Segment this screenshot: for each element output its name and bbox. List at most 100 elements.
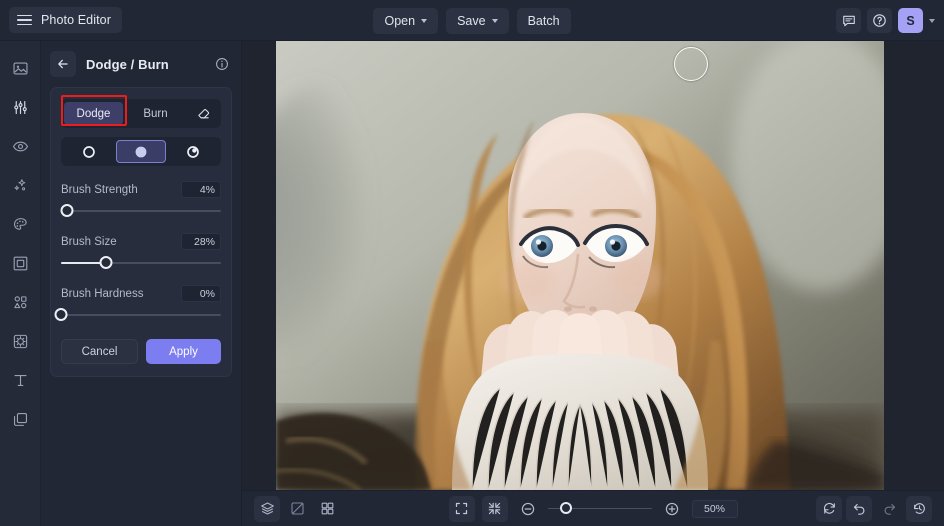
cancel-button[interactable]: Cancel (61, 339, 138, 364)
sidebar-item-frame[interactable] (5, 248, 35, 278)
shrink-to-fit-icon (488, 502, 501, 515)
zoom-out-button[interactable] (515, 496, 541, 522)
open-label: Open (384, 13, 416, 28)
mode-segmented-control: Dodge Burn (61, 95, 221, 128)
help-circle-icon (873, 14, 886, 27)
zoom-slider-handle[interactable] (560, 502, 573, 514)
zoom-slider[interactable] (547, 502, 652, 516)
zoom-out-icon (521, 502, 534, 515)
zoom-in-icon (665, 502, 678, 515)
tool-panel: Dodge / Burn Dodge Burn Brush Strength 4… (41, 41, 242, 526)
slider-track[interactable] (54, 308, 221, 322)
slider-value[interactable]: 28% (181, 233, 221, 250)
grid-button[interactable] (314, 496, 340, 522)
redo-button[interactable] (876, 496, 902, 522)
slider-header: Brush Strength 4% (61, 181, 221, 198)
frame-icon (13, 256, 27, 270)
tone-shadows-button[interactable] (64, 140, 113, 163)
portrait-photo (276, 41, 884, 490)
slider-brush-hardness: Brush Hardness 0% (54, 285, 221, 322)
page-title: Dodge / Burn (86, 56, 169, 72)
adjustments-icon (13, 100, 27, 114)
comment-button[interactable] (836, 8, 861, 33)
redo-icon (884, 503, 895, 515)
slider-brush-strength: Brush Strength 4% (60, 181, 221, 218)
top-bar-right-group: S (836, 0, 935, 41)
mode-dodge-tab[interactable]: Dodge (64, 102, 123, 125)
shrink-to-fit-button[interactable] (481, 495, 508, 522)
top-bar-center-group: Open Save Batch (0, 0, 944, 41)
slider-value[interactable]: 4% (181, 181, 221, 198)
zoom-in-button[interactable] (659, 496, 685, 522)
grid-icon (321, 502, 333, 515)
reset-icon (823, 503, 835, 514)
compare-button[interactable] (284, 496, 310, 522)
chevron-down-icon (421, 19, 428, 23)
slider-track[interactable] (60, 204, 221, 218)
sidebar-item-image[interactable] (5, 53, 35, 83)
sidebar-item-adjust[interactable] (5, 92, 35, 122)
slider-label: Brush Strength (61, 183, 138, 196)
save-button[interactable]: Save (446, 7, 509, 34)
sidebar-item-sticker[interactable] (5, 326, 35, 356)
slider-value[interactable]: 0% (181, 285, 221, 302)
tone-highlights-icon (187, 145, 200, 158)
sidebar-item-effects[interactable] (5, 170, 35, 200)
slider-rail (61, 314, 221, 316)
help-button[interactable] (867, 8, 892, 33)
info-button[interactable] (212, 54, 232, 74)
reset-button[interactable] (816, 495, 842, 522)
hamburger-icon (17, 14, 32, 26)
slider-handle[interactable] (99, 256, 113, 269)
history-button[interactable] (906, 495, 932, 522)
sidebar-item-shapes[interactable] (5, 287, 35, 317)
arrow-left-icon (58, 59, 68, 69)
tone-midtones-icon (135, 146, 147, 157)
mode-burn-tab[interactable]: Burn (126, 102, 185, 125)
back-button[interactable] (50, 51, 76, 77)
sidebar-item-retouch[interactable] (5, 131, 35, 161)
dodge-burn-card: Dodge Burn Brush Strength 4% Brush Size … (50, 87, 232, 377)
slider-header: Brush Size 28% (61, 233, 221, 250)
sidebar-item-color[interactable] (5, 209, 35, 239)
slider-rail (61, 210, 221, 212)
chevron-down-icon[interactable] (929, 18, 935, 23)
slider-handle[interactable] (60, 204, 74, 217)
sidebar-item-layers[interactable] (5, 404, 35, 434)
slider-header: Brush Hardness 0% (61, 285, 221, 302)
sidebar-item-text[interactable] (5, 365, 35, 395)
tone-highlights-button[interactable] (169, 140, 218, 163)
tone-midtones-button[interactable] (116, 140, 166, 163)
compare-icon (290, 502, 304, 515)
tone-range-group (61, 137, 221, 166)
avatar[interactable]: S (898, 8, 923, 33)
layers-stack-icon (260, 502, 274, 515)
app-root: Photo Editor Open Save Batch S Dodge / B… (0, 0, 944, 526)
sparkles-icon (13, 178, 25, 190)
panel-actions: Cancel Apply (61, 339, 221, 364)
eraser-button[interactable] (188, 102, 218, 125)
brand-menu-button[interactable]: Photo Editor (9, 7, 122, 33)
slider-label: Brush Hardness (61, 287, 144, 300)
shapes-icon (13, 295, 26, 308)
image-icon (12, 62, 28, 74)
undo-icon (853, 503, 864, 515)
open-button[interactable]: Open (373, 7, 439, 34)
zoom-level-value[interactable]: 50% (691, 499, 738, 518)
fit-screen-button[interactable] (448, 495, 475, 522)
history-controls (816, 495, 932, 522)
bottom-bar: 50% (242, 490, 944, 526)
bottom-left-tools (254, 495, 340, 522)
layers-button[interactable] (254, 495, 280, 522)
batch-button[interactable]: Batch (516, 7, 571, 34)
fit-screen-icon (455, 502, 468, 515)
slider-handle[interactable] (54, 308, 68, 321)
undo-button[interactable] (846, 495, 872, 522)
history-icon (913, 503, 925, 514)
canvas-stage[interactable] (242, 41, 944, 490)
sticker-icon (13, 334, 27, 348)
app-title: Photo Editor (41, 13, 111, 27)
photo-canvas[interactable] (276, 41, 884, 490)
slider-track[interactable] (61, 256, 221, 270)
apply-button[interactable]: Apply (146, 339, 221, 364)
